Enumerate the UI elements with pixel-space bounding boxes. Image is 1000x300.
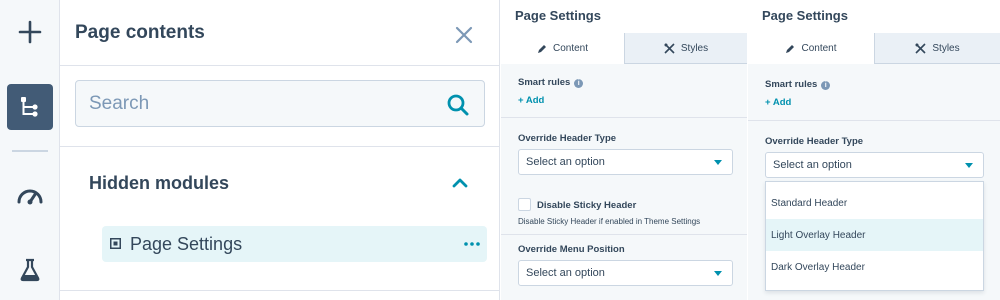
tab-styles[interactable]: Styles [874, 33, 1000, 64]
caret-down-icon [714, 160, 722, 165]
select-value: Select an option [526, 156, 605, 168]
plus-icon [18, 20, 42, 44]
caret-down-icon [714, 271, 722, 276]
panel-title: Page Settings [762, 8, 848, 23]
dropdown-option-standard-header[interactable]: Standard Header [766, 187, 983, 219]
group-title: Hidden modules [89, 173, 230, 193]
info-icon[interactable]: i [574, 79, 584, 88]
smart-rules-text: Smart rules [765, 79, 818, 90]
left-rail [0, 0, 60, 300]
more-options-icon[interactable] [462, 234, 482, 254]
info-icon[interactable]: i [821, 81, 831, 90]
caret-down-icon [965, 163, 973, 168]
smart-rules-label: Smart rules i [765, 79, 831, 90]
add-button[interactable] [7, 9, 53, 55]
add-smart-rule-link[interactable]: + Add [765, 97, 791, 108]
styles-icon [915, 42, 926, 54]
tab-label: Styles [932, 42, 960, 54]
tab-content[interactable]: Content [748, 33, 874, 64]
hidden-modules-header[interactable]: Hidden modules [60, 147, 500, 217]
styles-icon [664, 42, 675, 54]
tab-styles[interactable]: Styles [624, 33, 747, 64]
divider [748, 120, 1000, 121]
search-box [75, 80, 485, 127]
override-header-select[interactable]: Select an option [518, 149, 733, 175]
tree-icon [21, 97, 38, 117]
close-icon[interactable] [453, 24, 475, 46]
override-menu-label: Override Menu Position [518, 244, 625, 255]
select-value: Select an option [526, 267, 605, 279]
search-input[interactable] [76, 81, 436, 126]
gauge-icon [17, 189, 43, 205]
disable-sticky-help: Disable Sticky Header if enabled in Them… [518, 217, 701, 226]
tab-content[interactable]: Content [501, 33, 624, 64]
tab-label: Content [801, 43, 837, 54]
select-value: Select an option [773, 159, 852, 171]
flask-icon [20, 258, 40, 282]
test-button[interactable] [7, 247, 53, 293]
chevron-up-icon[interactable] [449, 172, 471, 194]
performance-button[interactable] [7, 172, 53, 218]
dropdown-option-dark-overlay-header[interactable]: Dark Overlay Header [766, 251, 983, 283]
tab-bar: Content Styles [501, 33, 747, 64]
module-item-page-settings[interactable]: Page Settings [102, 226, 487, 262]
dropdown-option-light-overlay-header[interactable]: Light Overlay Header [766, 219, 983, 251]
pencil-icon [537, 44, 546, 53]
override-header-label: Override Header Type [765, 136, 864, 147]
tab-label: Content [552, 43, 589, 54]
panel-header: Page Settings [501, 0, 747, 33]
tab-bar: Content Styles [748, 33, 1000, 64]
divider [501, 117, 747, 118]
panel-title: Page contents [75, 22, 205, 43]
disable-sticky-checkbox[interactable] [518, 198, 531, 211]
override-menu-select[interactable]: Select an option [518, 260, 733, 286]
pencil-icon [786, 44, 795, 53]
rail-divider [12, 150, 48, 152]
panel-title: Page Settings [515, 8, 601, 23]
override-header-label: Override Header Type [518, 133, 617, 144]
module-label: Page Settings [130, 234, 243, 254]
disable-sticky-label: Disable Sticky Header [537, 200, 637, 211]
override-header-select-open[interactable]: Select an option [765, 152, 984, 178]
page-settings-panel: Page Settings Content Styles Smart rules… [501, 0, 747, 300]
smart-rules-label: Smart rules i [518, 77, 584, 88]
page-contents-panel: Page contents Hidden modules Page Settin… [60, 0, 500, 300]
panel-header: Page Settings [748, 0, 1000, 33]
divider [60, 65, 500, 66]
divider [60, 290, 500, 291]
tab-label: Styles [680, 42, 709, 54]
add-smart-rule-link[interactable]: + Add [518, 95, 544, 106]
header-type-dropdown-menu: Standard Header Light Overlay Header Dar… [765, 181, 984, 291]
page-contents-button[interactable] [7, 84, 53, 130]
divider [501, 234, 747, 235]
module-icon [110, 238, 121, 249]
search-icon[interactable] [446, 93, 470, 117]
smart-rules-text: Smart rules [518, 77, 571, 88]
